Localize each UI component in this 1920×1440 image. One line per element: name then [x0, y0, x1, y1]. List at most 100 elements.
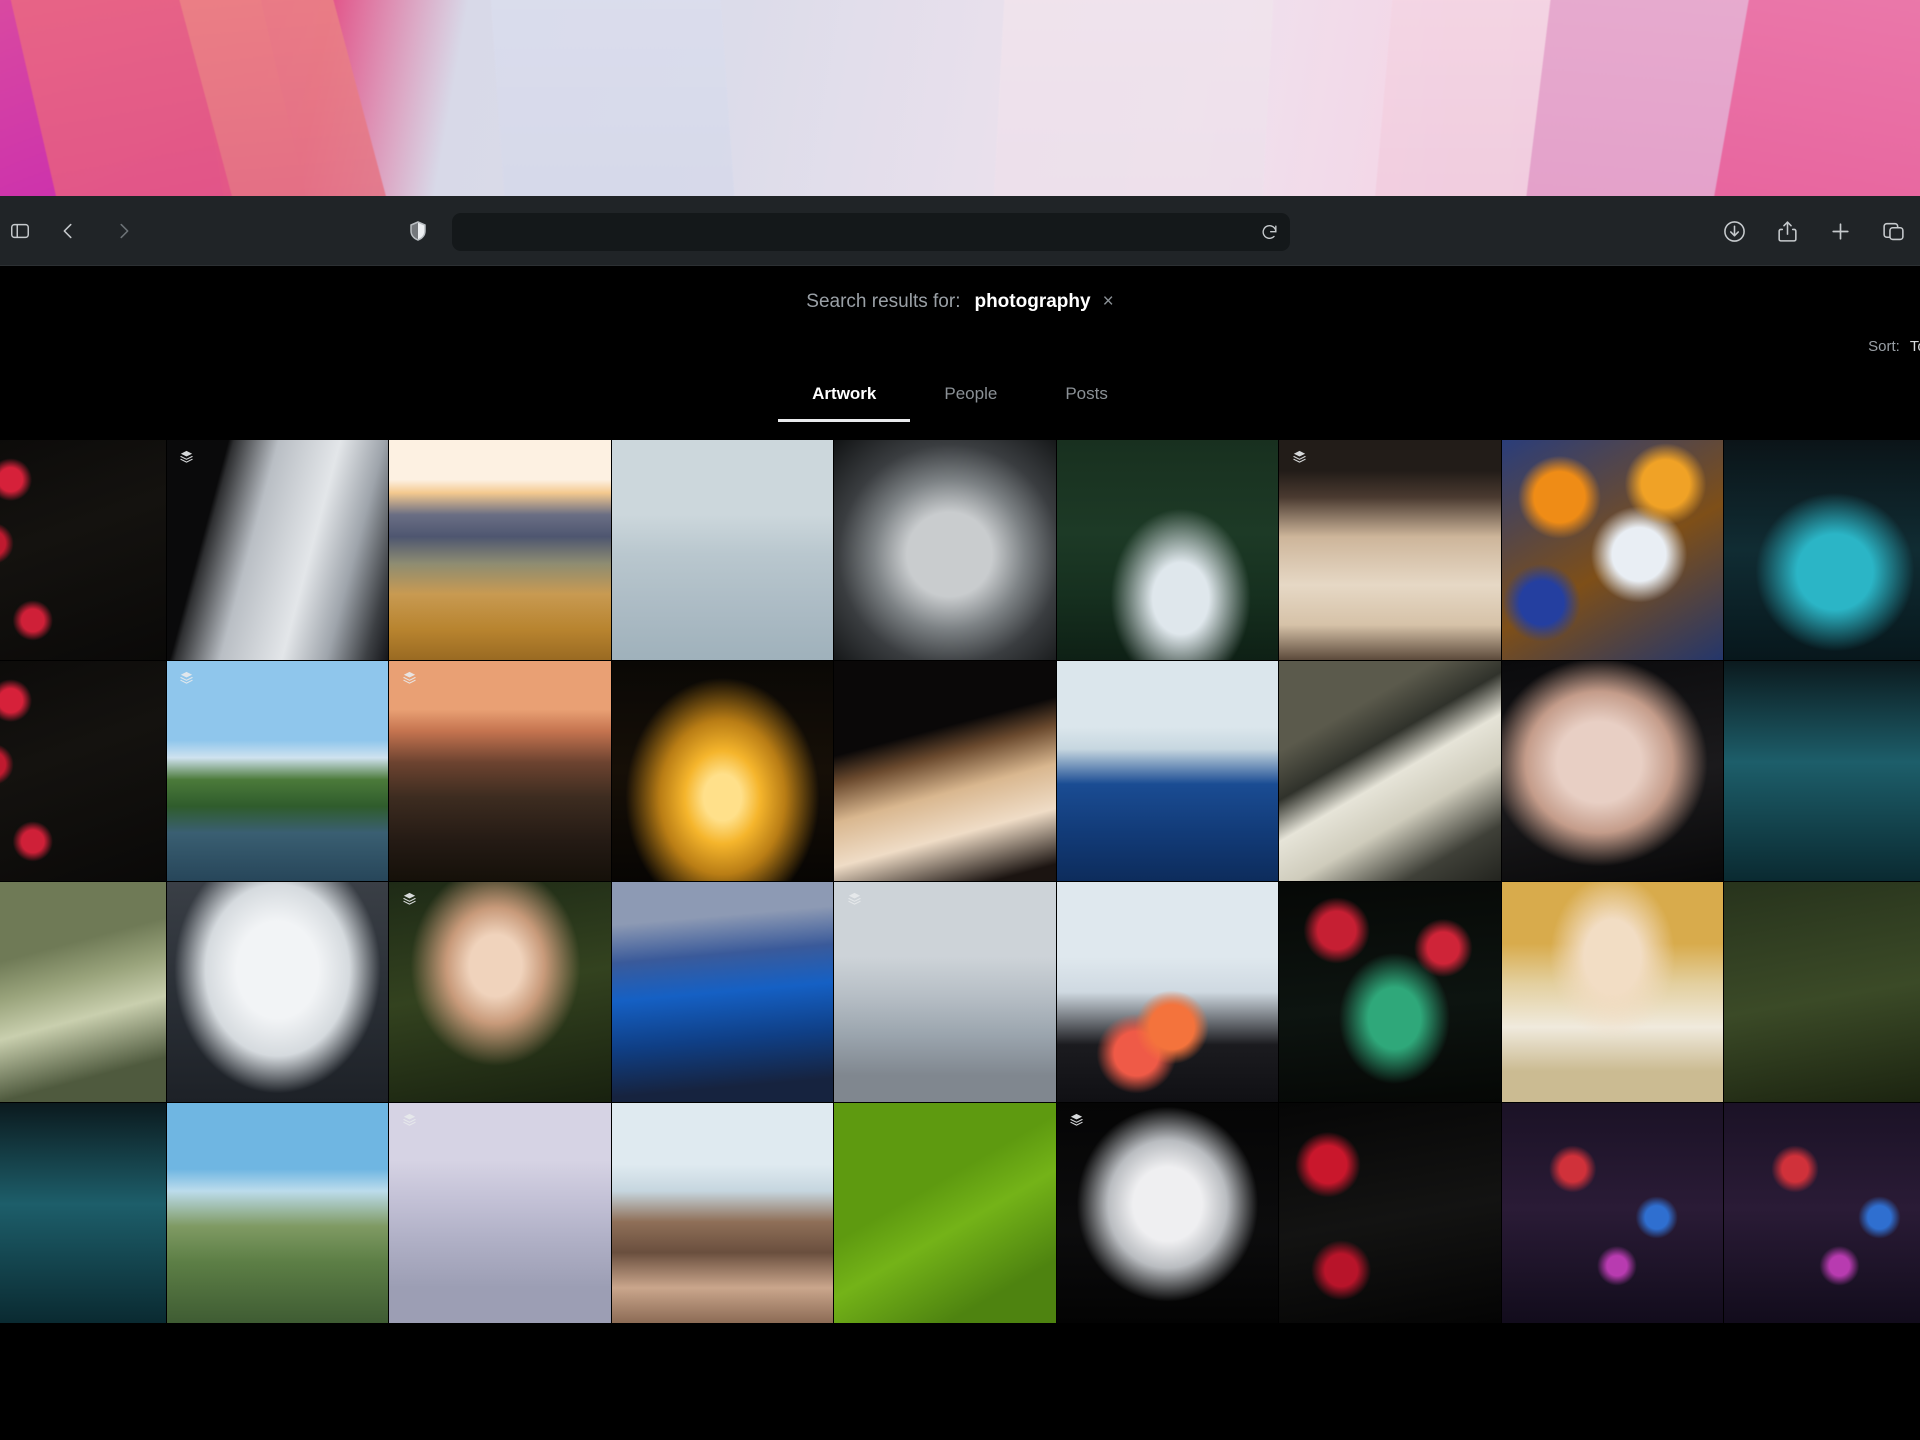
artwork-green-backdrop-profile — [834, 1103, 1056, 1323]
toolbar-left-group — [0, 196, 152, 266]
artwork-tile[interactable] — [166, 1103, 388, 1323]
artwork-tile[interactable] — [0, 440, 166, 660]
artwork-green-hair-mermaid-roses — [1279, 882, 1501, 1102]
artwork-white-petal-sculpture — [166, 882, 388, 1102]
download-icon[interactable] — [1722, 219, 1747, 244]
artwork-tile[interactable] — [1056, 882, 1278, 1102]
toolbar-right-group — [1722, 196, 1906, 266]
artwork-tile[interactable] — [1724, 882, 1920, 1102]
artwork-golden-candle-madonna — [611, 661, 833, 881]
artwork-green-sleeve-hand — [0, 882, 166, 1102]
artwork-dark-horse-left — [0, 1103, 166, 1323]
search-term-chip: photography — [974, 291, 1091, 312]
artwork-woman-ruined-window — [1279, 661, 1501, 881]
artwork-braided-hair-profile — [834, 661, 1056, 881]
artwork-cyan-sliver — [1724, 661, 1920, 881]
forward-button[interactable] — [96, 196, 152, 266]
artwork-tile[interactable] — [1501, 661, 1723, 881]
artwork-red-lips-closeup — [1501, 661, 1723, 881]
artwork-dark-flowers-portrait — [1279, 1103, 1501, 1323]
artwork-tile[interactable] — [1056, 661, 1278, 881]
tab-overview-icon[interactable] — [1881, 219, 1906, 244]
stack-layers-icon — [1288, 445, 1310, 467]
artwork-tile[interactable] — [1056, 440, 1278, 660]
artwork-tile[interactable] — [1724, 440, 1920, 660]
artwork-tile[interactable] — [1279, 882, 1501, 1102]
sidebar-icon[interactable] — [0, 196, 40, 266]
artwork-tile[interactable] — [389, 882, 611, 1102]
artwork-tile[interactable] — [1724, 661, 1920, 881]
tab-people[interactable]: People — [910, 374, 1031, 422]
result-tabs: Artwork People Posts — [0, 374, 1920, 430]
artwork-neon-street-night — [1501, 1103, 1723, 1323]
artwork-tile[interactable] — [611, 1103, 833, 1323]
artwork-blue-turtleneck-rose — [1056, 661, 1278, 881]
sort-control[interactable]: Sort: Top — [1868, 338, 1920, 355]
artwork-tile[interactable] — [834, 882, 1056, 1102]
artwork-tile[interactable] — [389, 661, 611, 881]
artwork-tile[interactable] — [389, 1103, 611, 1323]
artwork-sea-of-clouds-peaks — [611, 1103, 833, 1323]
artwork-galloping-horses-mist — [834, 440, 1056, 660]
artwork-bazaar-magazine-cover — [1279, 440, 1501, 660]
tab-posts[interactable]: Posts — [1031, 374, 1142, 422]
artwork-knight-on-horse-meadow — [166, 1103, 388, 1323]
artwork-photographer-camera — [166, 440, 388, 660]
artwork-tile[interactable] — [834, 440, 1056, 660]
artwork-tile[interactable] — [834, 1103, 1056, 1323]
artwork-tile[interactable] — [166, 440, 388, 660]
artwork-tile[interactable] — [611, 882, 833, 1102]
tab-artwork[interactable]: Artwork — [778, 374, 911, 422]
artwork-roses-dark — [0, 440, 166, 660]
artwork-deep-green-sliver — [1724, 882, 1920, 1102]
wallpaper-band — [485, 0, 744, 196]
artwork-results-grid — [0, 440, 1920, 1323]
artwork-tile[interactable] — [1279, 661, 1501, 881]
artwork-tile[interactable] — [1501, 440, 1723, 660]
sort-label: Sort: — [1868, 338, 1900, 355]
search-results-header: Search results for: photography × — [0, 266, 1920, 338]
sort-value[interactable]: Top — [1910, 338, 1920, 355]
artwork-tile[interactable] — [1501, 882, 1723, 1102]
artwork-blue-hair-jewel — [611, 882, 833, 1102]
clear-search-icon[interactable]: × — [1103, 291, 1114, 313]
artwork-tile[interactable] — [0, 661, 166, 881]
stack-layers-icon — [176, 666, 198, 688]
artwork-girl-green-backdrop — [389, 882, 611, 1102]
reload-button[interactable] — [1248, 213, 1290, 251]
shield-privacy-icon[interactable] — [406, 219, 430, 243]
share-icon[interactable] — [1775, 219, 1800, 244]
artwork-neon-edge-right — [1724, 1103, 1920, 1323]
desktop-wallpaper — [0, 0, 1920, 196]
artwork-tile[interactable] — [1279, 1103, 1501, 1323]
stack-layers-icon — [398, 666, 420, 688]
web-page-content: Search results for: photography × Sort: … — [0, 266, 1920, 1440]
artwork-tile[interactable] — [0, 882, 166, 1102]
stack-layers-icon — [843, 887, 865, 909]
stack-layers-icon — [1066, 1108, 1088, 1130]
artwork-tile[interactable] — [611, 440, 833, 660]
artwork-tile[interactable] — [389, 440, 611, 660]
wallpaper-band — [988, 0, 1278, 196]
artwork-fog-standing-figure — [389, 1103, 611, 1323]
artwork-tile[interactable] — [1279, 440, 1501, 660]
artwork-tile[interactable] — [1724, 1103, 1920, 1323]
artwork-tile[interactable] — [0, 1103, 166, 1323]
artwork-tile[interactable] — [611, 661, 833, 881]
address-bar[interactable] — [452, 213, 1290, 251]
artwork-lakeside-cottage — [166, 661, 388, 881]
artwork-white-hair-circle — [1056, 1103, 1278, 1323]
artwork-tile[interactable] — [1501, 1103, 1723, 1323]
artwork-sword-fog-figure — [834, 882, 1056, 1102]
plus-icon[interactable] — [1828, 219, 1853, 244]
stack-layers-icon — [398, 1108, 420, 1130]
artwork-tile[interactable] — [834, 661, 1056, 881]
artwork-mermaid-teal-edge — [1724, 440, 1920, 660]
artwork-roses-frame-left — [0, 661, 166, 881]
back-button[interactable] — [40, 196, 96, 266]
artwork-tile[interactable] — [166, 661, 388, 881]
artwork-tile[interactable] — [1056, 1103, 1278, 1323]
artwork-tile[interactable] — [166, 882, 388, 1102]
artwork-golden-hair-maiden — [1501, 882, 1723, 1102]
artwork-floral-kimono-portrait — [1056, 882, 1278, 1102]
